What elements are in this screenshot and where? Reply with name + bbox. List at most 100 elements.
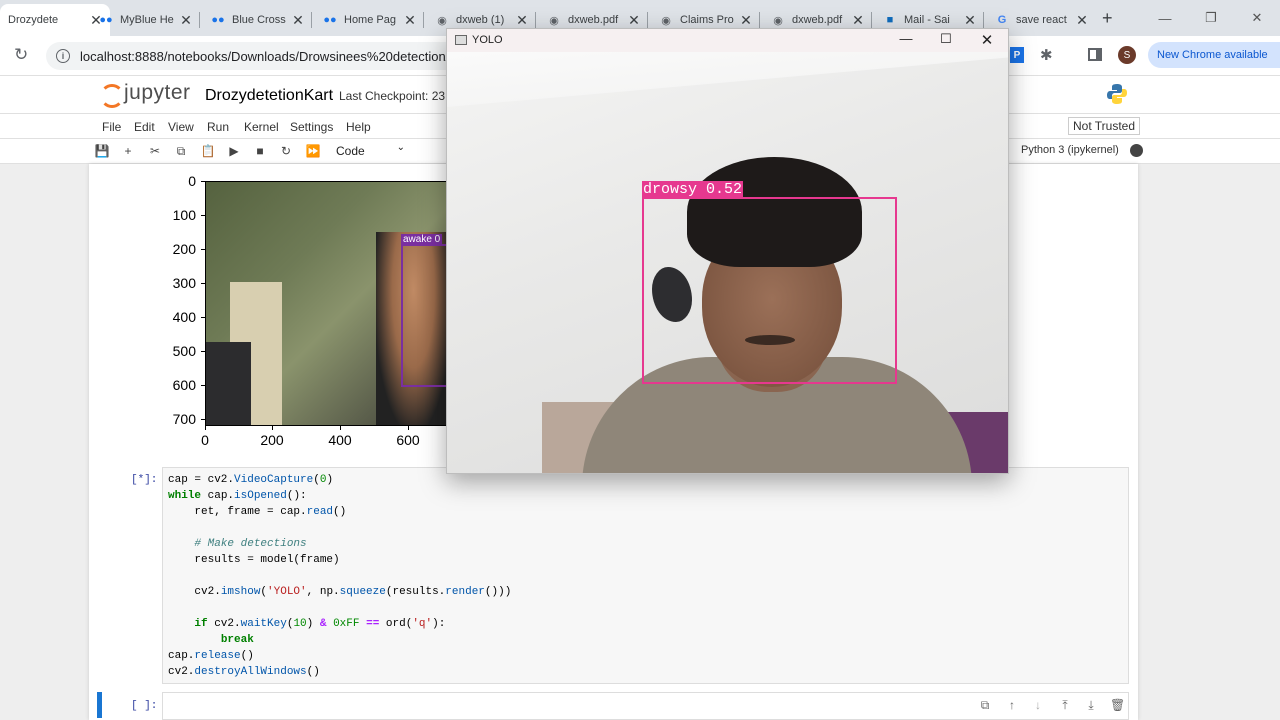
close-tab-icon[interactable]: ✕ xyxy=(626,12,642,29)
tab-myblue[interactable]: ●● MyBlue He ✕ xyxy=(90,4,200,36)
close-tab-icon[interactable]: ✕ xyxy=(1074,12,1090,29)
insert-below-icon[interactable]: ⤓ xyxy=(1084,698,1098,713)
kernel-name[interactable]: Python 3 (ipykernel) xyxy=(1021,144,1119,156)
restore-icon[interactable]: ❐ xyxy=(1188,0,1234,36)
yolo-window[interactable]: YOLO — ☐ ✕ drowsy 0.52 xyxy=(446,28,1009,474)
insert-cell-icon[interactable]: + xyxy=(120,143,136,159)
duplicate-cell-icon[interactable]: ⧉ xyxy=(978,698,992,713)
profile-avatar[interactable]: S xyxy=(1118,46,1136,64)
tab-label: Blue Cross xyxy=(232,14,286,26)
globe-icon: ◉ xyxy=(549,14,559,27)
reload-icon[interactable]: ↻ xyxy=(14,45,28,65)
tab-homepage[interactable]: ●● Home Pag ✕ xyxy=(314,4,424,36)
fast-forward-icon[interactable]: ⏩ xyxy=(305,143,321,159)
close-tab-icon[interactable]: ✕ xyxy=(402,12,418,29)
y-tick-label: 100 xyxy=(172,207,196,223)
menu-file[interactable]: File xyxy=(102,120,121,134)
trusted-indicator[interactable]: Not Trusted xyxy=(1068,117,1141,135)
yolo-title: YOLO xyxy=(472,34,503,46)
globe-icon: ◉ xyxy=(661,14,671,27)
paste-icon[interactable]: 📋 xyxy=(200,143,216,159)
bluecross-icon: ●● xyxy=(99,14,113,26)
close-window-icon[interactable]: ✕ xyxy=(967,31,1007,51)
empty-cell-prompt: [ ]: xyxy=(131,700,158,712)
close-window-icon[interactable]: ✕ xyxy=(1234,0,1280,36)
y-tick-label: 0 xyxy=(188,173,196,189)
jupyter-logo-icon xyxy=(100,81,120,105)
cell-type-select[interactable]: Code ⌄ xyxy=(331,142,409,160)
side-panel-icon[interactable] xyxy=(1088,48,1102,61)
close-tab-icon[interactable]: ✕ xyxy=(290,12,306,29)
tab-label: MyBlue He xyxy=(120,14,174,26)
webcam-frame: drowsy 0.52 xyxy=(447,52,1008,473)
menu-settings[interactable]: Settings xyxy=(290,120,333,134)
tab-label: Claims Pro xyxy=(680,14,734,26)
jupyter-logo[interactable]: jupyter xyxy=(100,81,191,105)
close-tab-icon[interactable]: ✕ xyxy=(514,12,530,29)
drowsy-detection-label: drowsy 0.52 xyxy=(642,181,744,198)
move-down-icon[interactable]: ↓ xyxy=(1031,698,1045,712)
last-checkpoint: Last Checkpoint: 23 h xyxy=(339,89,456,103)
copy-icon[interactable]: ⧉ xyxy=(173,143,189,159)
bluecross-icon: ●● xyxy=(323,14,337,26)
close-tab-icon[interactable]: ✕ xyxy=(850,12,866,29)
close-tab-icon[interactable]: ✕ xyxy=(178,12,194,29)
code-editor[interactable]: cap = cv2.VideoCapture(0) while cap.isOp… xyxy=(168,472,511,680)
kernel-status-icon xyxy=(1130,144,1143,157)
code-cell[interactable]: cap = cv2.VideoCapture(0) while cap.isOp… xyxy=(162,467,1129,684)
close-tab-icon[interactable]: ✕ xyxy=(962,12,978,29)
globe-icon: ◉ xyxy=(773,14,783,27)
menu-edit[interactable]: Edit xyxy=(134,120,155,134)
window-controls: — ❐ ✕ xyxy=(1142,0,1280,36)
site-info-icon[interactable]: i xyxy=(56,49,70,63)
x-tick-label: 600 xyxy=(396,432,420,448)
y-tick-label: 500 xyxy=(172,343,196,359)
menu-help[interactable]: Help xyxy=(346,120,371,134)
drowsy-detection-box xyxy=(642,197,897,384)
chrome-update-button[interactable]: New Chrome available xyxy=(1148,42,1280,68)
new-tab-button[interactable]: + xyxy=(1102,8,1113,29)
tab-label: dxweb (1) xyxy=(456,14,505,26)
save-icon[interactable]: 💾 xyxy=(94,143,110,159)
delete-cell-icon[interactable]: 🗑 xyxy=(1110,698,1125,712)
plot-image: awake 0 xyxy=(205,181,450,426)
detection-box xyxy=(401,244,450,387)
minimize-icon[interactable]: — xyxy=(1142,0,1188,36)
y-tick-label: 600 xyxy=(172,377,196,393)
window-app-icon xyxy=(455,35,467,45)
detection-label: awake 0 xyxy=(401,234,443,246)
outlook-icon: ■ xyxy=(886,14,894,26)
y-tick-label: 400 xyxy=(172,309,196,325)
close-tab-icon[interactable]: ✕ xyxy=(738,12,754,29)
notebook-name[interactable]: DrozydetetionKart xyxy=(205,87,333,105)
tab-label: Mail - Sai xyxy=(904,14,950,26)
y-tick-label: 300 xyxy=(172,275,196,291)
yolo-titlebar[interactable]: YOLO — ☐ ✕ xyxy=(447,29,1008,52)
cut-icon[interactable]: ✂ xyxy=(147,143,163,159)
google-icon: G xyxy=(997,14,1007,26)
tab-label: dxweb.pdf xyxy=(568,14,619,26)
chevron-down-icon: ⌄ xyxy=(396,142,405,153)
move-up-icon[interactable]: ↑ xyxy=(1005,698,1019,712)
run-icon[interactable]: ▶ xyxy=(226,143,242,159)
stop-icon[interactable]: ■ xyxy=(252,143,268,159)
x-tick-label: 0 xyxy=(201,432,209,448)
minimize-icon[interactable]: — xyxy=(886,31,926,51)
bluecross-icon: ●● xyxy=(211,14,225,26)
menu-kernel[interactable]: Kernel xyxy=(244,120,279,134)
maximize-icon[interactable]: ☐ xyxy=(926,31,966,51)
insert-above-icon[interactable]: ⤒ xyxy=(1058,698,1072,713)
tab-label: save react xyxy=(1016,14,1067,26)
menu-view[interactable]: View xyxy=(168,120,194,134)
tab-bluecross[interactable]: ●● Blue Cross ✕ xyxy=(202,4,312,36)
globe-icon: ◉ xyxy=(437,14,447,27)
x-tick-label: 200 xyxy=(260,432,284,448)
extension-p-icon[interactable]: P xyxy=(1010,47,1024,63)
tab-label: dxweb.pdf xyxy=(792,14,843,26)
tab-label: Drozydete xyxy=(8,14,59,26)
active-cell-indicator xyxy=(97,692,102,718)
cell-prompt: [*]: xyxy=(131,474,158,486)
menu-run[interactable]: Run xyxy=(207,120,229,134)
restart-icon[interactable]: ↻ xyxy=(278,143,294,159)
extensions-puzzle-icon[interactable]: ✱ xyxy=(1040,46,1053,64)
